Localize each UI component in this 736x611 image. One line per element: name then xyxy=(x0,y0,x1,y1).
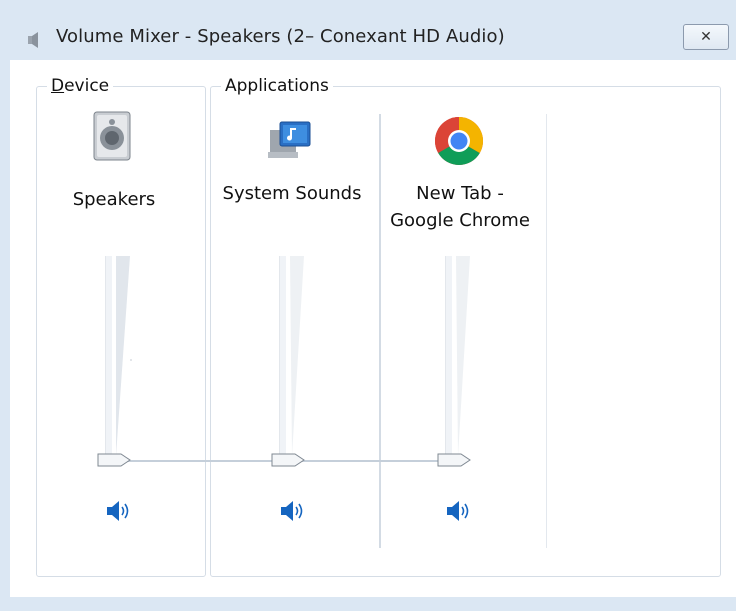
speaker-device-icon xyxy=(92,110,132,166)
channel-separator xyxy=(379,114,381,548)
chrome-label-line2: Google Chrome xyxy=(390,210,530,231)
volume-mixer-window: Volume Mixer - Speakers (2– Conexant HD … xyxy=(0,0,736,611)
speakers-mute-button[interactable] xyxy=(106,499,136,523)
speakers-volume-slider[interactable] xyxy=(97,452,131,468)
client-area: Device Applications Speakers System Soun… xyxy=(10,60,736,597)
chrome-volume-track[interactable] xyxy=(445,256,452,466)
system-sounds-level-meter xyxy=(290,256,306,470)
system-sounds-mute-button[interactable] xyxy=(280,499,310,523)
window-bottom-border xyxy=(0,597,736,611)
speaker-title-icon xyxy=(26,30,44,48)
device-group-label: Device xyxy=(47,76,114,96)
chrome-mute-button[interactable] xyxy=(446,499,476,523)
title-bar: Volume Mixer - Speakers (2– Conexant HD … xyxy=(0,0,736,60)
window-title: Volume Mixer - Speakers (2– Conexant HD … xyxy=(56,26,505,47)
system-sounds-volume-slider[interactable] xyxy=(271,452,305,468)
system-sounds-volume-track[interactable] xyxy=(279,256,286,466)
speakers-level-meter xyxy=(116,256,132,470)
applications-group-label: Applications xyxy=(221,76,333,96)
system-sounds-icon xyxy=(266,120,312,166)
close-icon: ✕ xyxy=(700,29,712,45)
chrome-icon xyxy=(434,116,484,170)
channel-separator xyxy=(546,114,547,548)
chrome-volume-slider[interactable] xyxy=(437,452,471,468)
chrome-label-line1: New Tab - xyxy=(416,183,504,204)
system-sounds-label: System Sounds xyxy=(222,183,362,204)
chrome-level-meter xyxy=(456,256,472,470)
close-button[interactable]: ✕ xyxy=(683,24,729,50)
speakers-volume-track[interactable] xyxy=(105,256,112,466)
speakers-label: Speakers xyxy=(72,189,156,210)
